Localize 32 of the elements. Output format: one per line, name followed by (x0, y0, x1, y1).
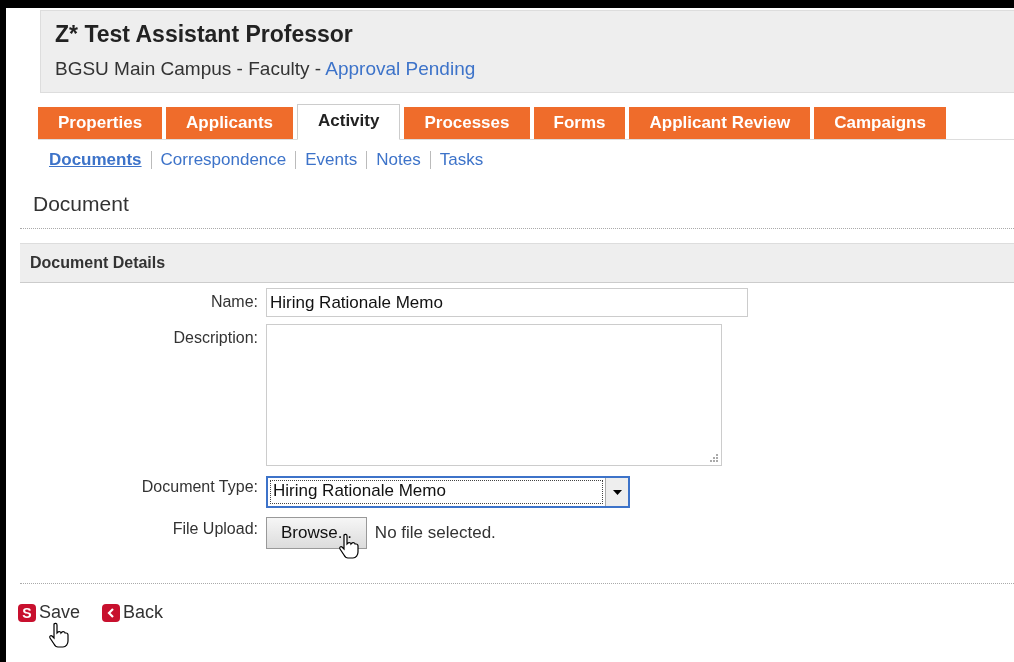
tab[interactable]: Applicants (166, 107, 293, 139)
file-status: No file selected. (374, 523, 496, 543)
field-label: Name: (209, 292, 258, 311)
field-label: Document Type: (140, 477, 258, 496)
tab[interactable]: Applicant Review (629, 107, 811, 139)
back-button[interactable]: Back (102, 602, 164, 623)
subnav-link[interactable]: Tasks (439, 150, 484, 170)
page-title: Document (33, 192, 130, 216)
name-field[interactable]: Hiring Rationale Memo (266, 288, 748, 317)
section-header: Document Details (20, 243, 1014, 283)
description-field[interactable] (266, 324, 722, 466)
document-type-dropdown[interactable]: Hiring Rationale Memo (266, 476, 630, 508)
status-link[interactable]: Approval Pending (325, 58, 476, 79)
subnav-link[interactable]: Documents (49, 150, 142, 170)
chevron-left-icon (107, 607, 116, 618)
browse-button[interactable]: Browse... (266, 517, 367, 549)
field-label: File Upload: (171, 519, 258, 538)
dropdown-arrow-icon (612, 489, 622, 495)
field-label: Description: (172, 328, 258, 347)
subnav-link[interactable]: Events (305, 150, 358, 170)
hand-cursor-icon (48, 622, 70, 648)
tab[interactable]: Campaigns (814, 107, 946, 139)
job-title: Z* Test Assistant Professor (55, 21, 354, 48)
subnav-link[interactable]: Notes (376, 150, 421, 170)
tab[interactable]: Forms (533, 107, 626, 139)
tab[interactable]: Properties (38, 107, 163, 139)
tab[interactable]: Processes (404, 107, 530, 139)
save-button[interactable]: S Save (18, 602, 81, 623)
subnav-link[interactable]: Correspondence (160, 150, 287, 170)
tab[interactable]: Activity (297, 104, 401, 140)
job-subtitle: BGSU Main Campus - Faculty - (55, 58, 323, 79)
resize-grip-icon[interactable] (709, 453, 719, 463)
